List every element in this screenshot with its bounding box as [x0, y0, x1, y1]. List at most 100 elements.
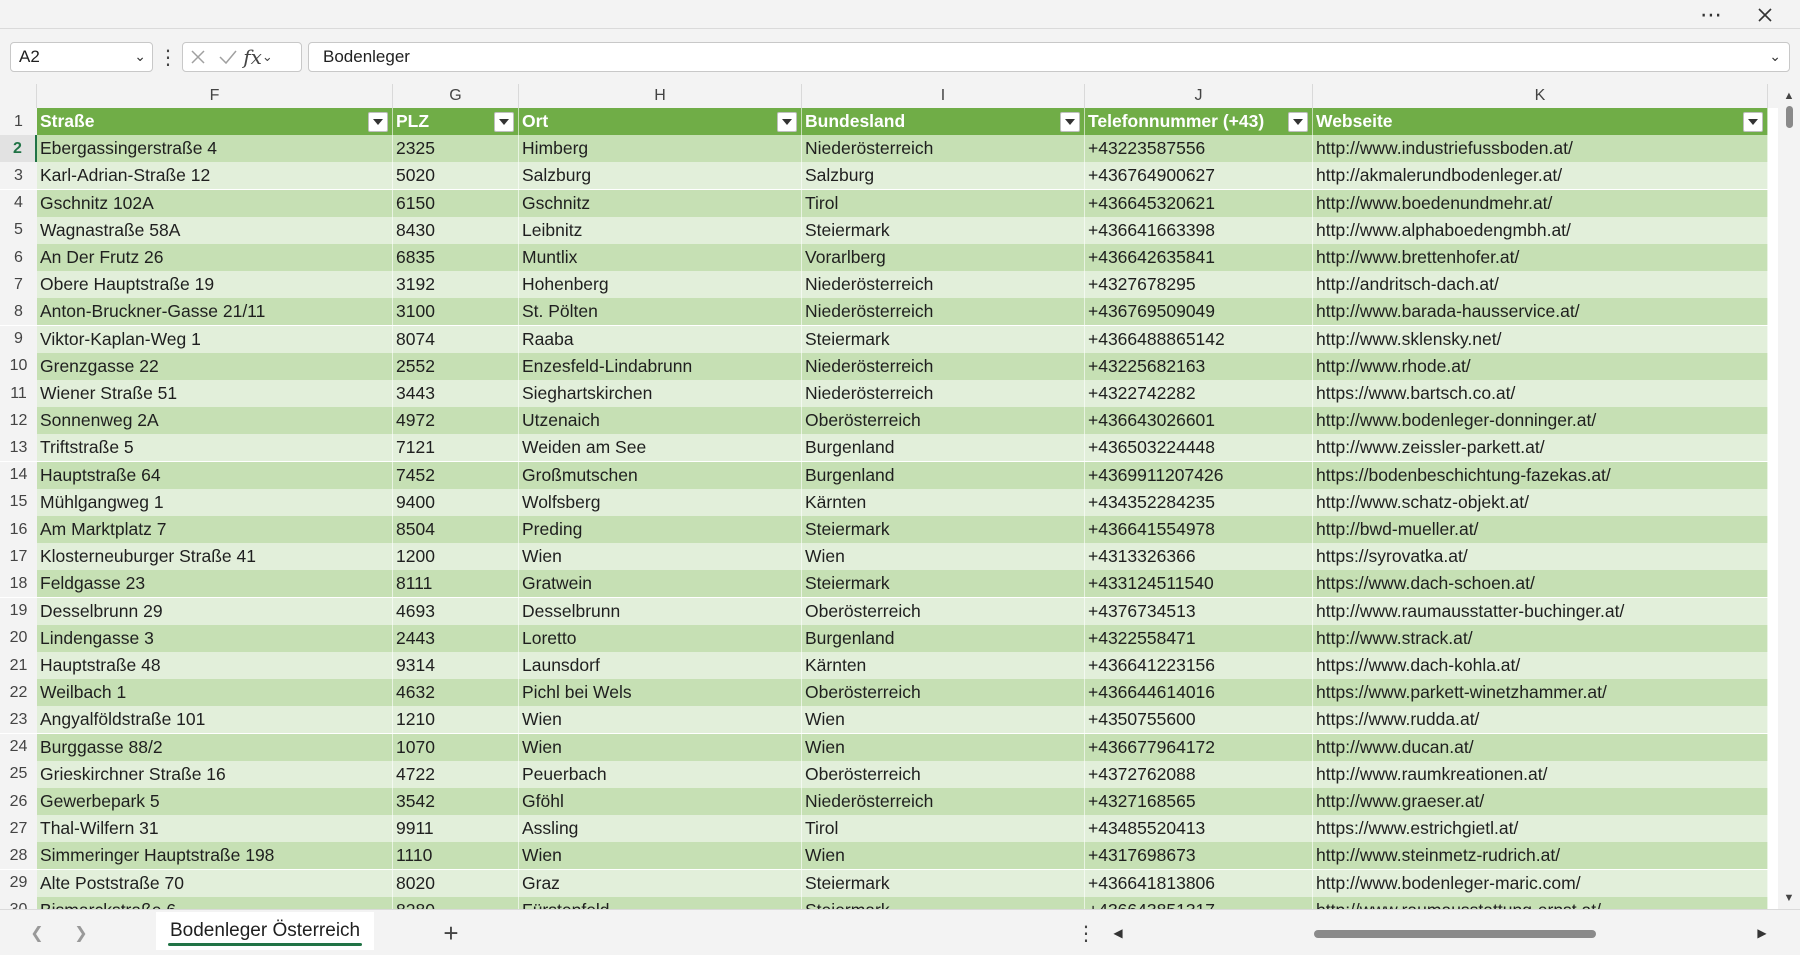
- filter-dropdown-icon[interactable]: [494, 112, 514, 132]
- table-cell[interactable]: +43225682163: [1085, 352, 1313, 380]
- table-cell[interactable]: Oberösterreich: [802, 760, 1085, 788]
- table-cell[interactable]: Tirol: [802, 815, 1085, 843]
- table-cell[interactable]: Tirol: [802, 189, 1085, 217]
- row-header[interactable]: 19: [0, 597, 37, 625]
- row-header[interactable]: 22: [0, 679, 37, 707]
- table-cell[interactable]: http://andritsch-dach.at/: [1313, 271, 1768, 299]
- row-header[interactable]: 30: [0, 896, 37, 909]
- table-cell[interactable]: +436764900627: [1085, 162, 1313, 190]
- table-cell[interactable]: http://www.schatz-objekt.at/: [1313, 488, 1768, 516]
- table-cell[interactable]: https://www.dach-kohla.at/: [1313, 652, 1768, 679]
- table-cell[interactable]: Burgenland: [802, 461, 1085, 489]
- check-icon[interactable]: [213, 43, 243, 71]
- scroll-up-icon[interactable]: ▲: [1783, 90, 1795, 102]
- table-cell[interactable]: Steiermark: [802, 570, 1085, 598]
- table-cell[interactable]: +433124511540: [1085, 570, 1313, 598]
- table-cell[interactable]: 2552: [393, 352, 519, 380]
- row-header[interactable]: 11: [0, 380, 37, 407]
- table-cell[interactable]: +436641663398: [1085, 216, 1313, 244]
- column-header-h[interactable]: H: [519, 84, 802, 108]
- table-cell[interactable]: +4366488865142: [1085, 325, 1313, 353]
- table-cell[interactable]: 2325: [393, 135, 519, 163]
- table-cell[interactable]: 8504: [393, 516, 519, 543]
- table-cell[interactable]: +434352284235: [1085, 488, 1313, 516]
- spreadsheet-grid[interactable]: FGHIJK 1 Straße PLZ Ort Bundesland Telefonnum…: [0, 84, 1778, 909]
- table-cell[interactable]: Burgenland: [802, 624, 1085, 652]
- table-cell[interactable]: Wagnastraße 58A: [37, 216, 393, 244]
- table-cell[interactable]: +4369911207426: [1085, 461, 1313, 489]
- table-cell[interactable]: 9911: [393, 815, 519, 843]
- table-cell[interactable]: 1110: [393, 842, 519, 870]
- table-cell[interactable]: +436643026601: [1085, 407, 1313, 435]
- table-cell[interactable]: http://www.graeser.at/: [1313, 788, 1768, 815]
- table-cell[interactable]: 8280: [393, 896, 519, 909]
- column-header-i[interactable]: I: [802, 84, 1085, 108]
- table-cell[interactable]: Desselbrunn 29: [37, 597, 393, 625]
- table-cell[interactable]: +4376734513: [1085, 597, 1313, 625]
- table-cell[interactable]: Lindengasse 3: [37, 624, 393, 652]
- table-cell[interactable]: +436503224448: [1085, 434, 1313, 462]
- sheet-options-button[interactable]: ⋮: [1076, 920, 1096, 946]
- table-cell[interactable]: http://www.ducan.at/: [1313, 733, 1768, 761]
- table-cell[interactable]: Hauptstraße 64: [37, 461, 393, 489]
- table-cell[interactable]: 9314: [393, 652, 519, 679]
- filter-dropdown-icon[interactable]: [368, 112, 388, 132]
- table-cell[interactable]: 4632: [393, 679, 519, 707]
- table-cell[interactable]: Wien: [802, 543, 1085, 571]
- column-header-g[interactable]: G: [393, 84, 519, 108]
- formula-input[interactable]: Bodenleger ⌄: [308, 42, 1790, 72]
- table-cell[interactable]: Wien: [802, 706, 1085, 734]
- table-cell[interactable]: http://www.zeissler-parkett.at/: [1313, 434, 1768, 462]
- filter-dropdown-icon[interactable]: [1060, 112, 1080, 132]
- table-cell[interactable]: An Der Frutz 26: [37, 244, 393, 271]
- table-cell[interactable]: Leibnitz: [519, 216, 802, 244]
- table-cell[interactable]: +436769509049: [1085, 298, 1313, 326]
- table-cell[interactable]: Niederösterreich: [802, 352, 1085, 380]
- table-cell[interactable]: 1210: [393, 706, 519, 734]
- table-cell[interactable]: http://bwd-mueller.at/: [1313, 516, 1768, 543]
- scroll-left-icon[interactable]: ◀: [1110, 925, 1126, 941]
- table-cell[interactable]: 1200: [393, 543, 519, 571]
- vertical-scrollbar[interactable]: ▲ ▼: [1778, 84, 1800, 909]
- table-cell[interactable]: Pichl bei Wels: [519, 679, 802, 707]
- table-header-cell[interactable]: Straße: [37, 108, 393, 135]
- row-header[interactable]: 5: [0, 216, 37, 244]
- table-cell[interactable]: Sonnenweg 2A: [37, 407, 393, 435]
- table-cell[interactable]: 6835: [393, 244, 519, 271]
- row-header[interactable]: 10: [0, 352, 37, 380]
- table-cell[interactable]: +4322742282: [1085, 380, 1313, 407]
- row-header[interactable]: 26: [0, 788, 37, 815]
- row-header[interactable]: 16: [0, 516, 37, 543]
- table-cell[interactable]: Desselbrunn: [519, 597, 802, 625]
- vertical-scroll-thumb[interactable]: [1786, 106, 1793, 128]
- table-cell[interactable]: Wien: [519, 842, 802, 870]
- table-cell[interactable]: https://bodenbeschichtung-fazekas.at/: [1313, 461, 1768, 489]
- table-cell[interactable]: Karl-Adrian-Straße 12: [37, 162, 393, 190]
- table-cell[interactable]: Wien: [519, 733, 802, 761]
- table-cell[interactable]: +4322558471: [1085, 624, 1313, 652]
- table-cell[interactable]: Sieghartskirchen: [519, 380, 802, 407]
- table-cell[interactable]: Kärnten: [802, 652, 1085, 679]
- table-cell[interactable]: Grenzgasse 22: [37, 352, 393, 380]
- row-header[interactable]: 25: [0, 760, 37, 788]
- table-cell[interactable]: Himberg: [519, 135, 802, 163]
- row-header[interactable]: 12: [0, 407, 37, 435]
- cancel-icon[interactable]: [183, 43, 213, 71]
- table-cell[interactable]: http://www.barada-hausservice.at/: [1313, 298, 1768, 326]
- table-cell[interactable]: 7452: [393, 461, 519, 489]
- row-header[interactable]: 23: [0, 706, 37, 734]
- row-header[interactable]: 6: [0, 244, 37, 271]
- table-cell[interactable]: 8020: [393, 869, 519, 897]
- previous-sheet-icon[interactable]: ❮: [24, 920, 50, 946]
- row-header[interactable]: 13: [0, 434, 37, 462]
- filter-dropdown-icon[interactable]: [1743, 112, 1763, 132]
- table-cell[interactable]: Fürstenfeld: [519, 896, 802, 909]
- filter-dropdown-icon[interactable]: [777, 112, 797, 132]
- row-header[interactable]: 27: [0, 815, 37, 843]
- table-cell[interactable]: Feldgasse 23: [37, 570, 393, 598]
- table-cell[interactable]: Grieskirchner Straße 16: [37, 760, 393, 788]
- close-button[interactable]: [1742, 0, 1788, 29]
- table-cell[interactable]: Wien: [519, 706, 802, 734]
- table-cell[interactable]: Triftstraße 5: [37, 434, 393, 462]
- table-cell[interactable]: 8430: [393, 216, 519, 244]
